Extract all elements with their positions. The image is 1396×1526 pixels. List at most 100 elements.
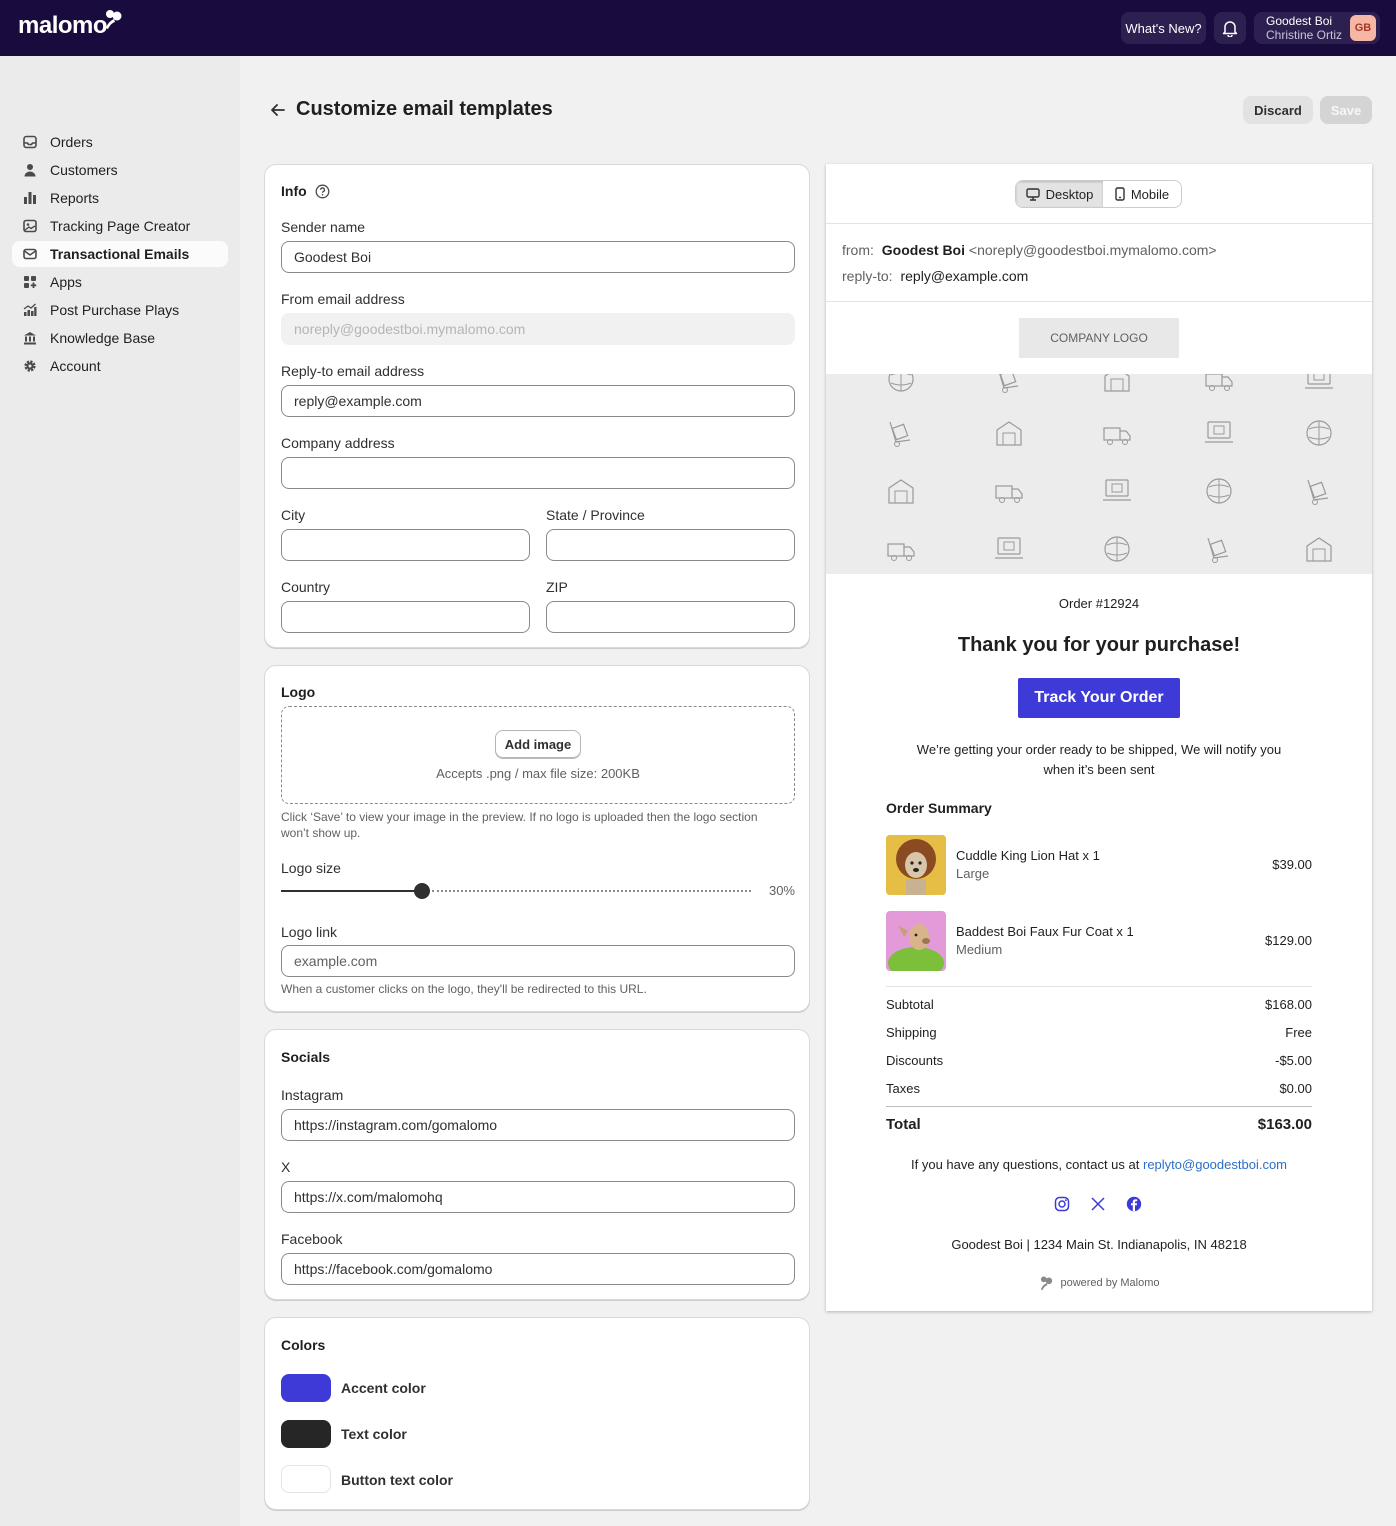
track-order-button[interactable]: Track Your Order <box>1018 678 1180 718</box>
x-input[interactable]: https://x.com/malomohq <box>281 1181 795 1213</box>
company-logo-placeholder: COMPANY LOGO <box>1019 318 1179 358</box>
discounts-row: Discounts -$5.00 <box>886 1053 1312 1068</box>
facebook-icon[interactable] <box>1126 1196 1142 1212</box>
malomo-logo[interactable]: malomo <box>18 10 122 40</box>
contact-email-link[interactable]: replyto@goodestboi.com <box>1143 1157 1287 1172</box>
divider <box>826 223 1372 224</box>
instagram-input[interactable]: https://instagram.com/gomalomo <box>281 1109 795 1141</box>
country-input[interactable] <box>281 601 530 633</box>
email-heading: Thank you for your purchase! <box>957 634 1241 656</box>
city-label: City <box>281 507 306 523</box>
pattern-shipping-icon <box>1205 421 1233 443</box>
slider-thumb[interactable] <box>414 883 430 899</box>
sidebar-item-reports[interactable]: Reports <box>12 185 228 211</box>
account-menu[interactable]: Goodest Boi Christine Ortiz GB <box>1254 12 1380 44</box>
logo-size-label: Logo size <box>281 860 341 876</box>
logo-title: Logo <box>281 684 316 700</box>
sidebar-item-customers[interactable]: Customers <box>12 157 228 183</box>
sidebar-item-knowledge-base[interactable]: Knowledge Base <box>12 325 228 351</box>
pattern-shipping-icon <box>996 421 1022 446</box>
city-input[interactable] <box>281 529 530 561</box>
person-icon <box>22 162 38 178</box>
summary-divider <box>886 1106 1312 1107</box>
notifications-button[interactable] <box>1214 12 1246 44</box>
logo-size-slider[interactable] <box>281 882 751 900</box>
from-email-label: From email address <box>281 291 405 307</box>
state-input[interactable] <box>546 529 795 561</box>
sidebar-item-apps[interactable]: Apps <box>12 269 228 295</box>
pattern-shipping-icon <box>1205 374 1233 391</box>
logo-help-line-1: Click ‘Save’ to view your image in the p… <box>281 810 758 824</box>
pattern-shipping-icon <box>999 374 1019 393</box>
accepts-text: Accepts .png / max file size: 200KB <box>436 766 640 781</box>
zip-input[interactable] <box>546 601 795 633</box>
pattern-shipping-icon <box>1103 427 1131 445</box>
pattern-shipping-icon <box>1104 374 1130 392</box>
logo-link-input[interactable]: example.com <box>281 945 795 977</box>
chart-up-icon <box>22 302 38 318</box>
sidebar-item-transactional-emails[interactable]: Transactional Emails <box>12 241 228 267</box>
item-name: Cuddle King Lion Hat x 1 <box>956 848 1100 863</box>
sidebar-item-tracking-page-creator[interactable]: Tracking Page Creator <box>12 213 228 239</box>
button-text-color-swatch[interactable] <box>281 1465 331 1493</box>
discard-button[interactable]: Discard <box>1243 96 1313 124</box>
order-summary-title: Order Summary <box>886 800 992 816</box>
top-bar: malomo What's New? Goodest Boi Christine… <box>0 0 1396 56</box>
sender-name-input[interactable]: Goodest Boi <box>281 241 795 273</box>
page-title: Customize email templates <box>296 98 553 120</box>
summary-divider <box>886 986 1312 987</box>
reply-to-input[interactable]: reply@example.com <box>281 385 795 417</box>
add-image-button[interactable]: Add image <box>495 730 581 758</box>
dog-fur-coat-image <box>886 911 946 971</box>
desktop-tab[interactable]: Desktop <box>1016 181 1103 207</box>
sidebar-item-account[interactable]: Account <box>12 353 228 379</box>
state-label: State / Province <box>546 507 645 523</box>
mail-icon <box>22 246 38 262</box>
save-button[interactable]: Save <box>1320 96 1372 124</box>
taxes-row: Taxes $0.00 <box>886 1081 1312 1096</box>
slider-track <box>432 890 751 892</box>
desktop-icon <box>1025 187 1040 201</box>
reply-to-label: Reply-to email address <box>281 363 425 379</box>
company-address-input[interactable] <box>281 457 795 489</box>
pattern-shipping-icon <box>888 479 914 504</box>
sidebar-item-post-purchase-plays[interactable]: Post Purchase Plays <box>12 297 228 323</box>
logo-dropzone[interactable]: Add image Accepts .png / max file size: … <box>281 706 795 804</box>
subtotal-row: Subtotal $168.00 <box>886 997 1312 1012</box>
instagram-icon[interactable] <box>1054 1196 1070 1212</box>
text-color-label: Text color <box>341 1426 407 1442</box>
facebook-input[interactable]: https://facebook.com/gomalomo <box>281 1253 795 1285</box>
pattern-shipping-icon <box>1305 374 1333 389</box>
country-label: Country <box>281 579 331 595</box>
item-name: Baddest Boi Faux Fur Coat x 1 <box>956 924 1134 939</box>
sidebar-item-orders[interactable]: Orders <box>12 129 228 155</box>
dog-lion-hat-image <box>886 835 946 895</box>
logo-size-value: 30% <box>768 883 795 898</box>
footer-address: Goodest Boi | 1234 Main St. Indianapolis… <box>951 1237 1247 1252</box>
pattern-shipping-icon <box>1207 537 1229 563</box>
apps-icon <box>22 274 38 290</box>
info-title: Info <box>281 183 307 199</box>
total-row: Total $163.00 <box>886 1116 1312 1133</box>
accent-color-label: Accent color <box>341 1380 426 1396</box>
pattern-shipping-icon <box>1307 479 1329 505</box>
bell-icon <box>1222 21 1238 37</box>
mobile-tab[interactable]: Mobile <box>1103 181 1181 207</box>
sender-name-label: Sender name <box>281 219 366 235</box>
accent-color-swatch[interactable] <box>281 1374 331 1402</box>
back-arrow-icon[interactable] <box>268 100 288 120</box>
email-message: We’re getting your order ready to be shi… <box>916 742 1282 777</box>
item-price: $39.00 <box>1272 857 1312 872</box>
pattern-shipping-icon <box>995 537 1023 559</box>
inbox-icon <box>22 134 38 150</box>
whats-new-button[interactable]: What's New? <box>1121 12 1206 44</box>
from-email: <noreply@goodestboi.mymalomo.com> <box>968 242 1217 258</box>
email-preview: Desktop Mobile from: Goodest Boi <norepl… <box>826 164 1372 1311</box>
from-line: from: Goodest Boi <noreply@goodestboi.my… <box>842 242 1217 258</box>
help-circle-icon[interactable] <box>315 184 330 199</box>
text-color-swatch[interactable] <box>281 1420 331 1448</box>
x-icon[interactable] <box>1090 1196 1106 1212</box>
from-email-input: noreply@goodestboi.mymalomo.com <box>281 313 795 345</box>
logo-link-label: Logo link <box>281 924 338 940</box>
gear-icon <box>22 358 38 374</box>
